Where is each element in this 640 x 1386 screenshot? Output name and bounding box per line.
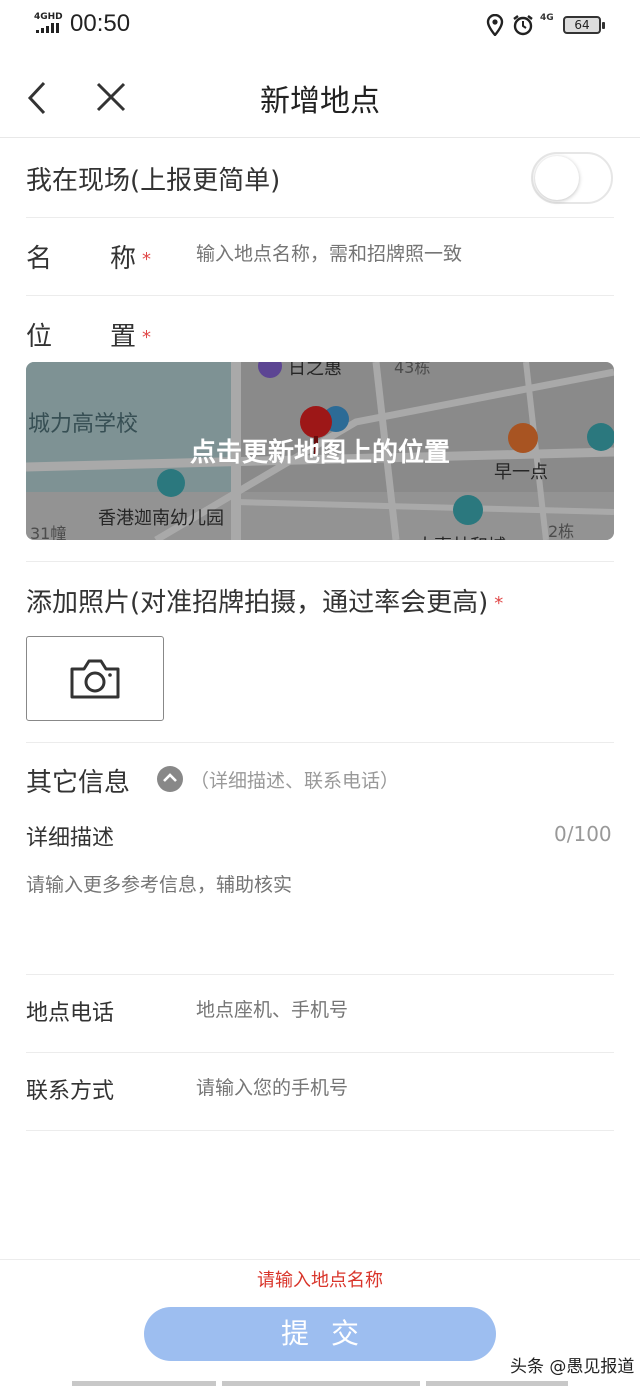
system-nav-bar (426, 1381, 568, 1386)
description-input[interactable] (26, 870, 614, 960)
divider (26, 974, 614, 975)
divider (26, 1130, 614, 1131)
description-counter: 0/100 (554, 822, 612, 846)
place-phone-input[interactable] (196, 1000, 596, 1022)
divider (26, 295, 614, 296)
required-marker: * (494, 593, 504, 614)
divider (26, 742, 614, 743)
divider (26, 561, 614, 562)
battery-icon: 64 (563, 16, 605, 34)
alarm-icon (513, 15, 533, 36)
system-nav-bar (72, 1381, 216, 1386)
name-label-second: 称 (110, 244, 137, 274)
divider (26, 217, 614, 218)
description-label: 详细描述 (26, 826, 115, 851)
camera-icon (70, 659, 120, 699)
other-info-hint: （详细描述、联系电话） (190, 770, 400, 792)
map-update-hint: 点击更新地图上的位置 (189, 438, 450, 468)
location-label-first: 位 (26, 322, 53, 352)
error-message: 请输入地点名称 (257, 1270, 383, 1291)
footer-divider (0, 1259, 640, 1260)
watermark: 头条 @愚见报道 (510, 1357, 635, 1377)
add-photo-button[interactable] (26, 636, 164, 721)
chevron-up-icon (163, 773, 177, 782)
required-marker: * (142, 327, 152, 348)
status-bar: 4GHD 00:50 4G 64 (0, 0, 640, 52)
photo-label: 添加照片(对准招牌拍摄，通过率会更高) * (26, 582, 503, 619)
collapse-toggle[interactable] (157, 766, 183, 792)
photo-label-text: 添加照片(对准招牌拍摄，通过率会更高) (26, 588, 489, 618)
divider (26, 1052, 614, 1053)
name-label: 称 * (110, 238, 151, 275)
location-icon (486, 14, 504, 36)
toggle-knob (535, 156, 579, 200)
other-info-title: 其它信息 (26, 768, 131, 798)
clock: 00:50 (70, 10, 131, 37)
signal-icon (36, 23, 59, 33)
submit-button[interactable]: 提交 (144, 1307, 496, 1361)
location-map[interactable]: 城力高学校 早一点 香港迦南幼儿园 31幢 2栋 日之惠 43栋 大嘉林和城 点… (26, 362, 614, 540)
location-label: 置 * (110, 316, 151, 353)
location-label-second: 置 (110, 322, 137, 352)
name-label-first: 名 (26, 244, 53, 274)
mobile-data-indicator: 4G (540, 13, 554, 23)
nav-bar: 新增地点 (0, 60, 640, 138)
contact-label: 联系方式 (26, 1079, 115, 1104)
place-phone-label: 地点电话 (26, 1001, 115, 1026)
onsite-label: 我在现场(上报更简单) (26, 166, 281, 196)
contact-input[interactable] (196, 1078, 596, 1100)
name-input[interactable] (196, 244, 596, 266)
required-marker: * (142, 249, 152, 270)
onsite-toggle[interactable] (531, 152, 613, 204)
page-title: 新增地点 (260, 84, 380, 119)
system-nav-bar (222, 1381, 420, 1386)
network-type: 4GHD (34, 12, 63, 22)
